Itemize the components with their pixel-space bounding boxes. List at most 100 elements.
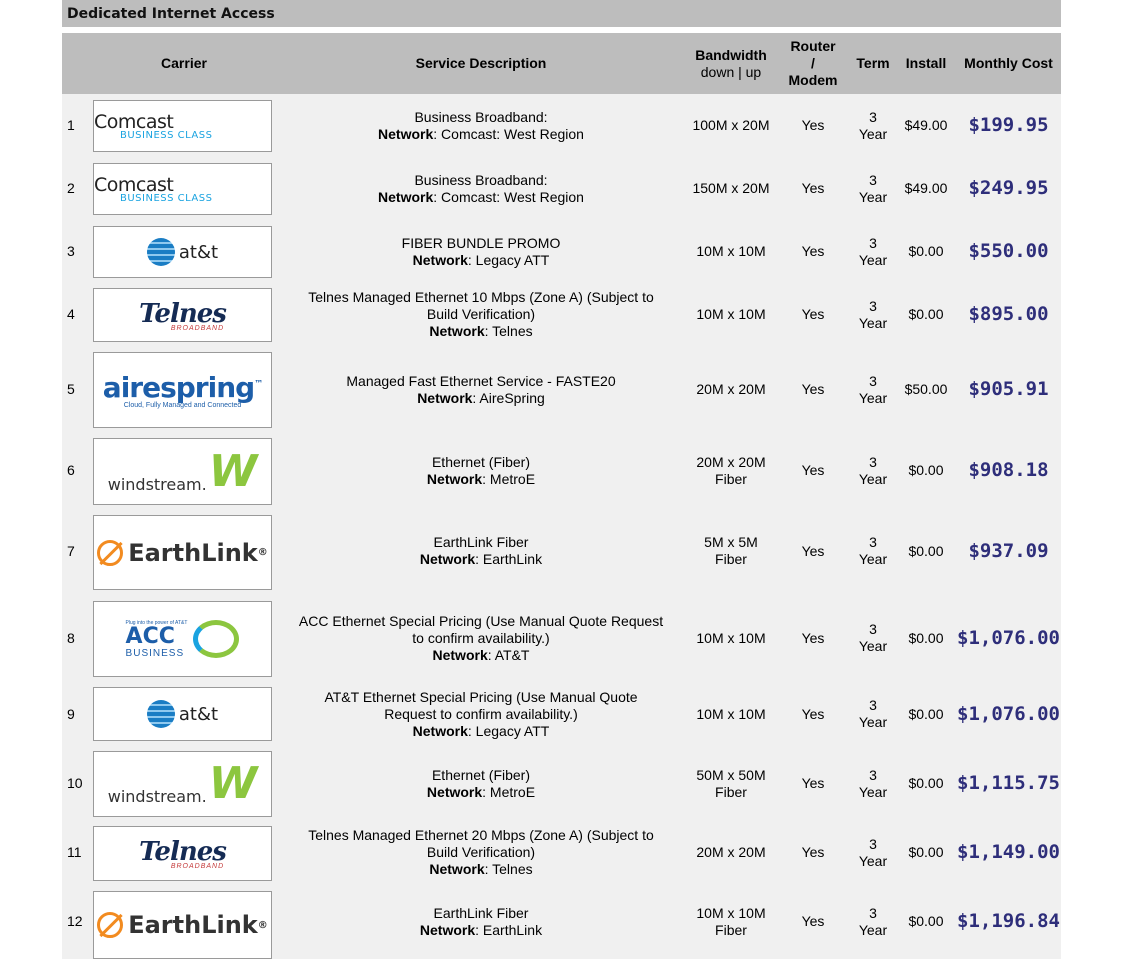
table-row[interactable]: 2 Comcast BUSINESS CLASS Business Broadband… — [62, 157, 1061, 220]
table-row[interactable]: 9 at&t AT&T Ethernet Special Pricing (Use … — [62, 682, 1061, 746]
monthly-cost[interactable]: $1,076.00 — [956, 682, 1061, 746]
bandwidth-line: 20M x 20M — [696, 844, 766, 860]
table-row[interactable]: 7 EarthLink ® EarthLink Fiber Network: Earth… — [62, 508, 1061, 594]
bandwidth: 20M x 20M — [686, 346, 776, 433]
table-row[interactable]: 10 windstream. W Ethernet (Fiber) Network: M… — [62, 746, 1061, 821]
network-label: Network — [426, 470, 483, 487]
term: 3 Year — [850, 821, 896, 884]
description-line: EarthLink Fiber — [433, 534, 529, 550]
term: 3 Year — [850, 346, 896, 433]
monthly-cost[interactable]: $908.18 — [956, 433, 1061, 508]
table-row[interactable]: 6 windstream. W Ethernet (Fiber) Network: Me… — [62, 433, 1061, 508]
header-install: Install — [905, 55, 947, 71]
table-row[interactable]: 4 Telnes BROADBAND Telnes Managed Ethernet … — [62, 283, 1061, 346]
header-carrier: Carrier — [161, 55, 207, 71]
network-label: Network — [419, 921, 476, 938]
network-line: Network: EarthLink — [420, 551, 542, 568]
monthly-cost[interactable]: $895.00 — [956, 283, 1061, 346]
monthly-cost[interactable]: $1,196.84 — [956, 884, 1061, 959]
monthly-cost-value[interactable]: $895.00 — [968, 305, 1048, 324]
network-line: Network: Comcast: West Region — [378, 189, 584, 206]
term-line: Year — [858, 551, 888, 567]
monthly-cost-value[interactable]: $1,115.75 — [957, 774, 1060, 793]
network-value: : AireSpring — [472, 389, 545, 406]
network-label: Network — [429, 861, 485, 877]
network-value: : MetroE — [482, 470, 536, 487]
header-term: Term — [856, 55, 890, 71]
monthly-cost[interactable]: $199.95 — [956, 94, 1061, 157]
description-line: Build Verification) — [426, 306, 536, 322]
row-number: 4 — [62, 283, 97, 346]
table-row[interactable]: 11 Telnes BROADBAND Telnes Managed Ethernet… — [62, 821, 1061, 884]
row-number-text: 4 — [67, 306, 75, 322]
network-label: Network — [412, 251, 468, 268]
monthly-cost[interactable]: $1,149.00 — [956, 821, 1061, 884]
term: 3 Year — [850, 508, 896, 594]
monthly-cost-value[interactable]: $1,196.84 — [957, 912, 1060, 931]
logo-name: windstream. — [107, 475, 207, 494]
bandwidth-line: Fiber — [715, 783, 747, 800]
term-line: 3 — [869, 453, 877, 470]
monthly-cost[interactable]: $1,115.75 — [956, 746, 1061, 821]
table-row[interactable]: 8 Plug into the power of AT&T ACC BUSINESS A… — [62, 594, 1061, 682]
service-description: FIBER BUNDLE PROMO Network: Legacy ATT — [276, 220, 686, 283]
table-row[interactable]: 12 EarthLink ® EarthLink Fiber Network: Eart… — [62, 884, 1061, 959]
term-line: Year — [858, 921, 888, 938]
bandwidth-line: 10M x 10M — [696, 629, 766, 646]
network-line: Network: AireSpring — [417, 390, 545, 407]
row-number: 3 — [62, 220, 97, 283]
term: 3 Year — [850, 433, 896, 508]
monthly-cost-value[interactable]: $199.95 — [968, 116, 1048, 135]
table-row[interactable]: 1 Comcast BUSINESS CLASS Business Broadband… — [62, 94, 1061, 157]
monthly-cost[interactable]: $249.95 — [956, 157, 1061, 220]
monthly-cost[interactable]: $1,076.00 — [956, 594, 1061, 682]
att-logo: at&t — [94, 227, 271, 277]
logo-name: windstream. — [107, 787, 207, 806]
monthly-cost-value[interactable]: $1,076.00 — [957, 628, 1060, 647]
row-number-text: 5 — [67, 381, 75, 397]
monthly-cost-value[interactable]: $937.09 — [968, 541, 1048, 560]
router-value: Yes — [801, 243, 825, 259]
term-line: Year — [858, 783, 888, 800]
bandwidth: 10M x 10M — [686, 594, 776, 682]
monthly-cost[interactable]: $905.91 — [956, 346, 1061, 433]
term: 3 Year — [850, 746, 896, 821]
term-line: Year — [858, 314, 888, 331]
carrier-logo-box: Comcast BUSINESS CLASS — [93, 163, 272, 215]
router-value: Yes — [801, 381, 825, 397]
monthly-cost-value[interactable]: $905.91 — [968, 380, 1048, 399]
network-line: Network: EarthLink — [420, 922, 542, 939]
monthly-cost[interactable]: $550.00 — [956, 220, 1061, 283]
term-line: 3 — [869, 904, 877, 921]
bandwidth-line: 5M x 5M — [704, 534, 758, 550]
carrier-logo-box: at&t — [93, 226, 272, 278]
monthly-cost-value[interactable]: $1,149.00 — [957, 843, 1060, 862]
monthly-cost-value[interactable]: $550.00 — [968, 242, 1048, 261]
term: 3 Year — [850, 94, 896, 157]
term: 3 Year — [850, 682, 896, 746]
orbit-icon — [97, 912, 124, 938]
monthly-cost[interactable]: $937.09 — [956, 508, 1061, 594]
monthly-cost-value[interactable]: $908.18 — [968, 461, 1048, 480]
monthly-cost-value[interactable]: $1,076.00 — [957, 704, 1060, 723]
earthlink-logo: EarthLink ® — [94, 516, 271, 589]
term-line: 3 — [869, 766, 877, 783]
term-line: Year — [858, 852, 888, 869]
network-value: : Telnes — [484, 861, 533, 877]
monthly-cost-value[interactable]: $249.95 — [968, 179, 1048, 198]
table-row[interactable]: 5 airespring™ Cloud, Fully Managed and Con… — [62, 346, 1061, 433]
description-line: to confirm availability.) — [412, 629, 550, 646]
bandwidth-line: Fiber — [715, 551, 747, 567]
bandwidth: 50M x 50M Fiber — [686, 746, 776, 821]
network-value: : Telnes — [484, 323, 533, 339]
table-row[interactable]: 3 at&t FIBER BUNDLE PROMO Network: Legacy A… — [62, 220, 1061, 283]
earthlink-logo: EarthLink ® — [94, 892, 271, 958]
install-cost: $0.00 — [896, 884, 956, 959]
row-number-text: 10 — [67, 775, 83, 791]
logo-name: EarthLink — [128, 538, 258, 567]
term-line: Year — [858, 714, 888, 730]
bandwidth-line: 50M x 50M — [696, 766, 766, 783]
term-line: Year — [858, 125, 888, 142]
service-description: Ethernet (Fiber) Network: MetroE — [276, 746, 686, 821]
section-header: Dedicated Internet Access — [62, 0, 1061, 27]
